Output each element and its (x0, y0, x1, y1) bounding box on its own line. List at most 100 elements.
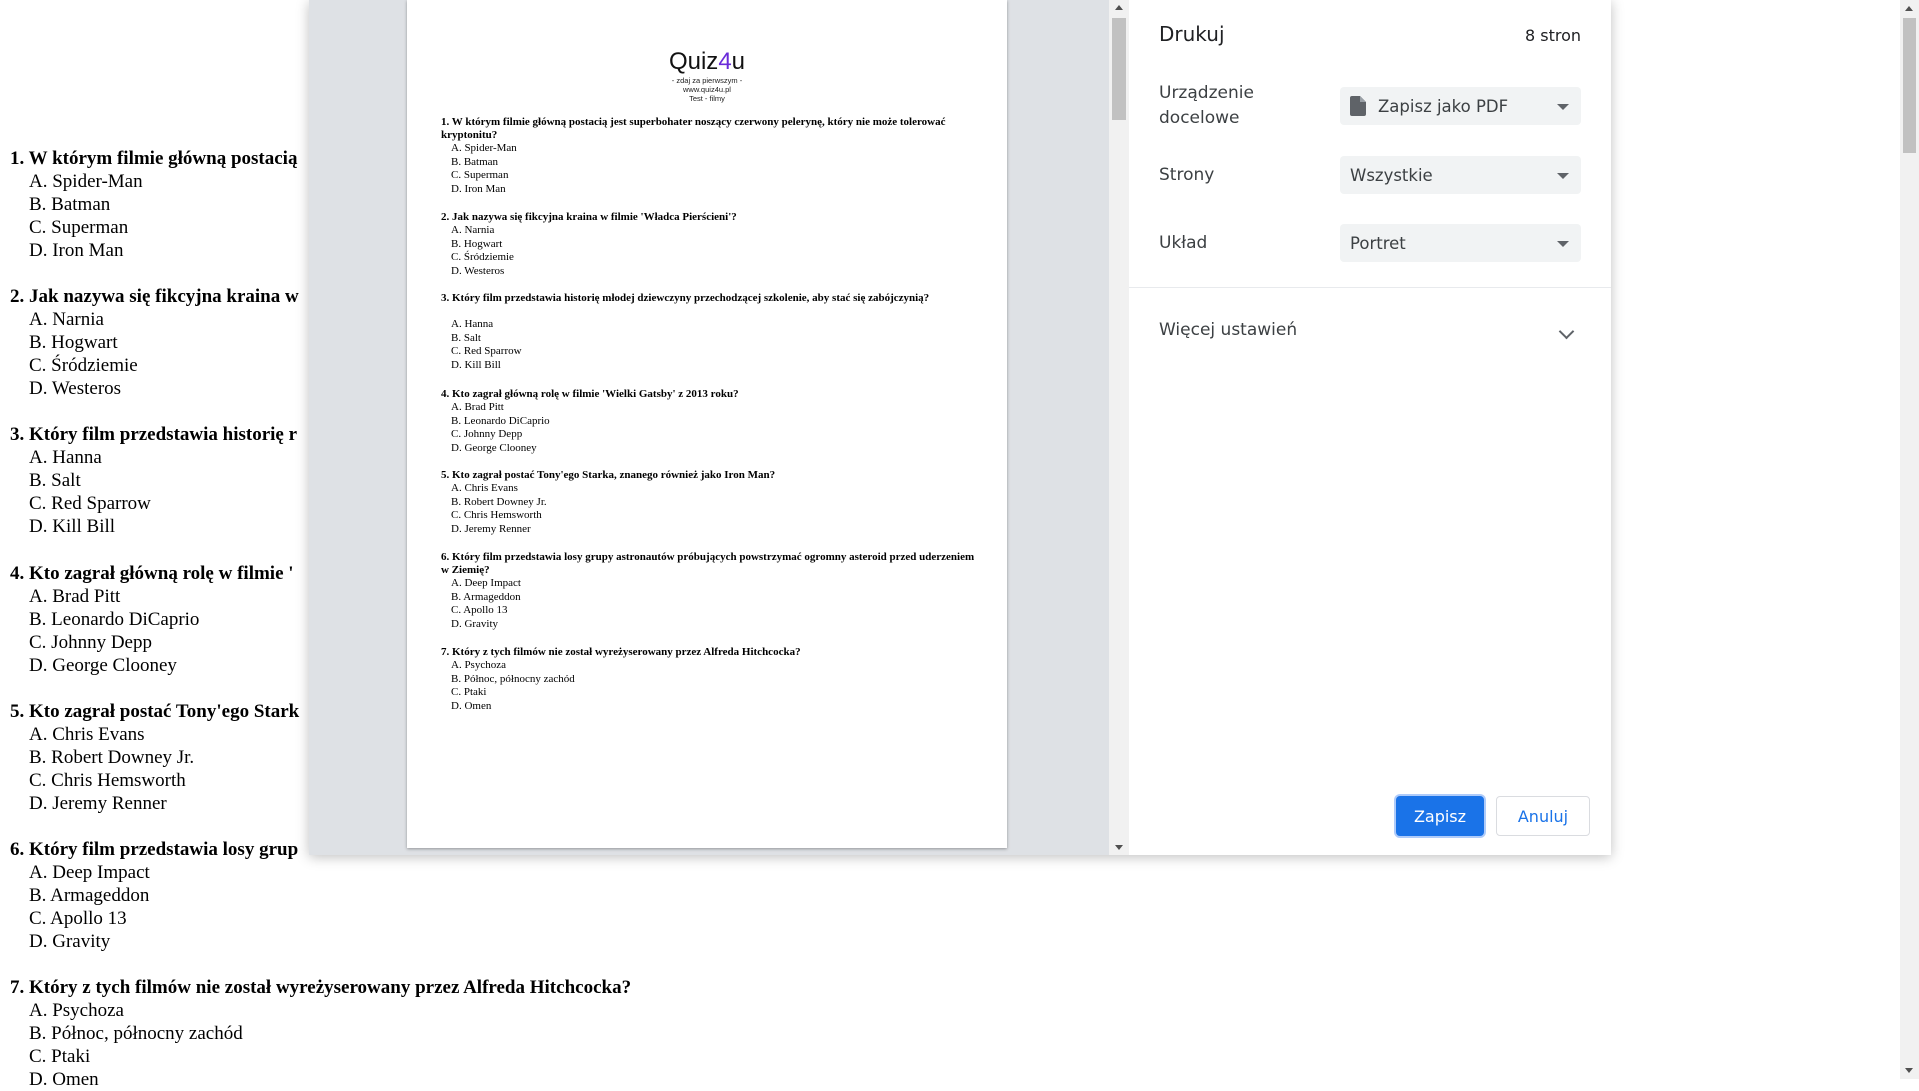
background-option: D. George Clooney (29, 655, 177, 676)
background-option: B. Batman (29, 194, 111, 215)
chevron-down-icon (1557, 241, 1569, 247)
preview-question: 5. Kto zagrał postać Tony'ego Starka, zn… (441, 469, 776, 481)
background-option: A. Narnia (29, 309, 104, 330)
dialog-title: Drukuj (1159, 22, 1225, 46)
background-option: C. Chris Hemsworth (29, 770, 186, 791)
pages-label: Strony (1159, 165, 1215, 185)
background-question: 3. Który film przedstawia historię r (10, 424, 298, 445)
print-settings-panel: Drukuj 8 stron Urządzenie docelowe Zapis… (1129, 0, 1611, 855)
background-question: 6. Który film przedstawia losy grup (10, 839, 299, 860)
background-option: C. Śródziemie (29, 355, 138, 376)
preview-option: C. Śródziemie (451, 251, 514, 263)
background-option: D. Iron Man (29, 240, 124, 261)
scroll-down-arrow-icon[interactable] (1905, 1068, 1913, 1073)
expand-chevron-icon[interactable] (1558, 323, 1575, 340)
preview-option: B. Robert Downey Jr. (451, 495, 547, 508)
layout-label: Układ (1159, 233, 1208, 253)
background-question: 2. Jak nazywa się fikcyjna kraina w (10, 286, 299, 307)
preview-question: 2. Jak nazywa się fikcyjna kraina w film… (441, 211, 737, 223)
background-option: D. Gravity (29, 931, 111, 952)
preview-scrollbar[interactable] (1109, 0, 1129, 855)
preview-option: D. Jeremy Renner (451, 522, 531, 535)
chevron-down-icon (1557, 104, 1569, 110)
preview-option: C. Red Sparrow (451, 345, 522, 357)
preview-site: www.quiz4u.pl (683, 85, 731, 94)
layout-select[interactable]: Portret (1340, 224, 1581, 262)
more-settings-toggle[interactable]: Więcej ustawień (1159, 320, 1297, 340)
background-option: B. Salt (29, 470, 81, 491)
background-option: C. Red Sparrow (29, 493, 151, 514)
pages-select[interactable]: Wszystkie (1340, 156, 1581, 194)
preview-option: D. Westeros (451, 264, 505, 277)
preview-option: B. Armageddon (451, 590, 521, 603)
preview-option: D. Kill Bill (451, 358, 501, 371)
destination-value: Zapisz jako PDF (1378, 96, 1509, 116)
background-option: D. Westeros (29, 378, 122, 399)
background-option: D. Kill Bill (29, 516, 116, 537)
background-option: C. Johnny Depp (29, 632, 152, 653)
background-option: C. Superman (29, 217, 129, 238)
background-option: B. Leonardo DiCaprio (29, 609, 200, 630)
background-option: B. Hogwart (29, 332, 118, 353)
preview-option: B. Hogwart (451, 237, 503, 250)
preview-scroll-up-icon[interactable] (1115, 5, 1123, 10)
preview-option: A. Psychoza (451, 659, 506, 671)
pdf-document-icon (1350, 96, 1366, 116)
quiz4u-logo: Quiz4u (668, 48, 746, 75)
preview-page: Quiz4u - zdaj za pierwszym - www.quiz4u.… (407, 0, 1007, 848)
save-button[interactable]: Zapisz (1396, 796, 1484, 836)
background-option: D. Jeremy Renner (29, 793, 167, 814)
destination-label-line2: docelowe (1159, 108, 1240, 128)
print-dialog: Quiz4u - zdaj za pierwszym - www.quiz4u.… (309, 0, 1611, 855)
background-option: A. Chris Evans (29, 724, 145, 745)
background-option: C. Apollo 13 (29, 908, 127, 929)
preview-option: C. Ptaki (451, 686, 487, 698)
background-option: D. Omen (29, 1069, 99, 1090)
chevron-down-icon (1557, 173, 1569, 179)
destination-label-line1: Urządzenie (1159, 83, 1254, 103)
preview-option: C. Superman (451, 169, 509, 181)
background-option: A. Hanna (29, 447, 102, 468)
print-preview-area: Quiz4u - zdaj za pierwszym - www.quiz4u.… (309, 0, 1129, 855)
preview-option: C. Chris Hemsworth (451, 509, 542, 521)
preview-question: 7. Który z tych filmów nie został wyreży… (441, 646, 801, 658)
preview-option: B. Leonardo DiCaprio (451, 414, 550, 427)
preview-option: A. Spider-Man (451, 142, 517, 154)
background-question: 1. W którym filmie główną postacią (10, 148, 298, 169)
preview-option: B. Salt (451, 331, 481, 344)
preview-subtitle: Test - filmy (689, 94, 725, 103)
preview-scroll-thumb[interactable] (1112, 18, 1126, 120)
background-option: A. Spider-Man (29, 171, 143, 192)
preview-option: C. Apollo 13 (451, 604, 508, 616)
preview-option: C. Johnny Depp (451, 428, 523, 440)
preview-option: A. Narnia (451, 224, 495, 236)
background-option: B. Północ, północny zachód (29, 1023, 243, 1044)
destination-select[interactable]: Zapisz jako PDF (1340, 87, 1581, 125)
preview-option: A. Brad Pitt (451, 401, 504, 413)
preview-question: 4. Kto zagrał główną rolę w filmie 'Wiel… (441, 388, 739, 400)
preview-option: D. Iron Man (451, 182, 506, 195)
pages-value: Wszystkie (1350, 165, 1433, 185)
preview-question: 3. Który film przedstawia historię młode… (441, 292, 930, 304)
preview-option: D. Omen (451, 699, 492, 712)
page-scrollbar[interactable] (1900, 0, 1919, 1079)
preview-option: D. George Clooney (451, 441, 537, 454)
preview-option: A. Hanna (451, 318, 494, 330)
preview-option: D. Gravity (451, 617, 499, 630)
background-option: A. Deep Impact (29, 862, 150, 883)
preview-option: B. Północ, północny zachód (451, 672, 575, 685)
page-scroll-thumb[interactable] (1903, 18, 1916, 153)
preview-option: B. Batman (451, 155, 499, 168)
preview-tagline: - zdaj za pierwszym - (671, 76, 743, 85)
background-question: 4. Kto zagrał główną rolę w filmie ' (10, 563, 294, 584)
cancel-button[interactable]: Anuluj (1496, 796, 1590, 836)
destination-label: Urządzenie docelowe (1159, 81, 1254, 131)
preview-scroll-down-icon[interactable] (1115, 845, 1123, 850)
background-question: 5. Kto zagrał postać Tony'ego Stark (10, 701, 300, 722)
preview-option: A. Deep Impact (451, 577, 521, 589)
sheet-count: 8 stron (1524, 26, 1581, 45)
scroll-up-arrow-icon[interactable] (1905, 6, 1913, 11)
background-option: B. Robert Downey Jr. (29, 747, 195, 768)
background-option: A. Brad Pitt (29, 586, 121, 607)
background-option: B. Armageddon (29, 885, 150, 906)
